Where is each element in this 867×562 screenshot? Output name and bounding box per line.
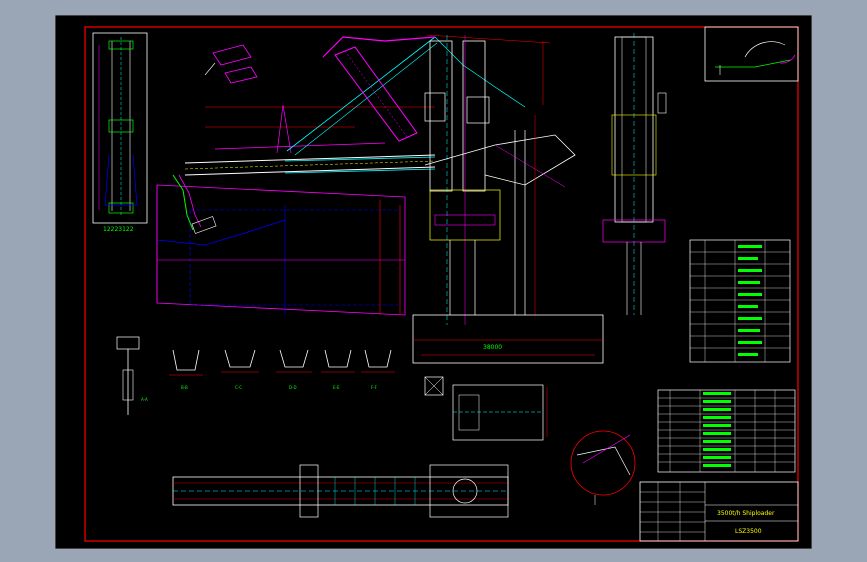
boom-conveyor <box>172 36 438 234</box>
bottom-plan-view <box>172 464 509 518</box>
cross-sections: A-A B-B C-C D-D E-E F-F <box>116 336 395 415</box>
drawing-frame <box>84 26 799 542</box>
section-label: D-D <box>289 385 297 390</box>
drawing-sheet: 12223122 38000 3500t/h Shiploader LSZ350… <box>55 15 812 549</box>
parts-table <box>689 239 791 363</box>
section-b: B-B <box>169 349 203 390</box>
section-e: E-E <box>321 349 355 390</box>
side-view-panel: 12223122 <box>92 32 148 233</box>
top-right-detail <box>704 26 799 82</box>
section-label: F-F <box>371 385 378 390</box>
title-text: 3500t/h Shiploader <box>717 510 775 517</box>
title-block: 3500t/h Shiploader LSZ3500 <box>639 481 799 542</box>
section-c: C-C <box>221 349 259 390</box>
section-d: D-D <box>276 349 312 390</box>
side-elevation <box>602 33 667 315</box>
pedestal-base: 38000 <box>412 314 604 364</box>
inclined-arm <box>322 34 551 142</box>
portal-tower <box>424 35 576 325</box>
circle-detail <box>570 430 636 505</box>
plan-detail <box>424 376 548 441</box>
section-label: B-B <box>181 385 188 390</box>
pier-structure <box>156 184 406 316</box>
section-label: C-C <box>235 385 242 390</box>
drawing-number: LSZ3500 <box>735 528 762 535</box>
section-f: F-F <box>361 349 395 390</box>
section-a: A-A <box>116 336 148 415</box>
side-view-tag: 12223122 <box>103 226 134 233</box>
main-span-dimension: 38000 <box>483 344 502 351</box>
cad-drawing: 12223122 38000 3500t/h Shiploader LSZ350… <box>55 15 812 549</box>
detail-sketch <box>204 44 258 84</box>
bill-of-materials <box>657 389 796 473</box>
outer-sheet-border <box>55 15 812 549</box>
section-label: A-A <box>141 397 148 402</box>
section-label: E-E <box>333 385 340 390</box>
